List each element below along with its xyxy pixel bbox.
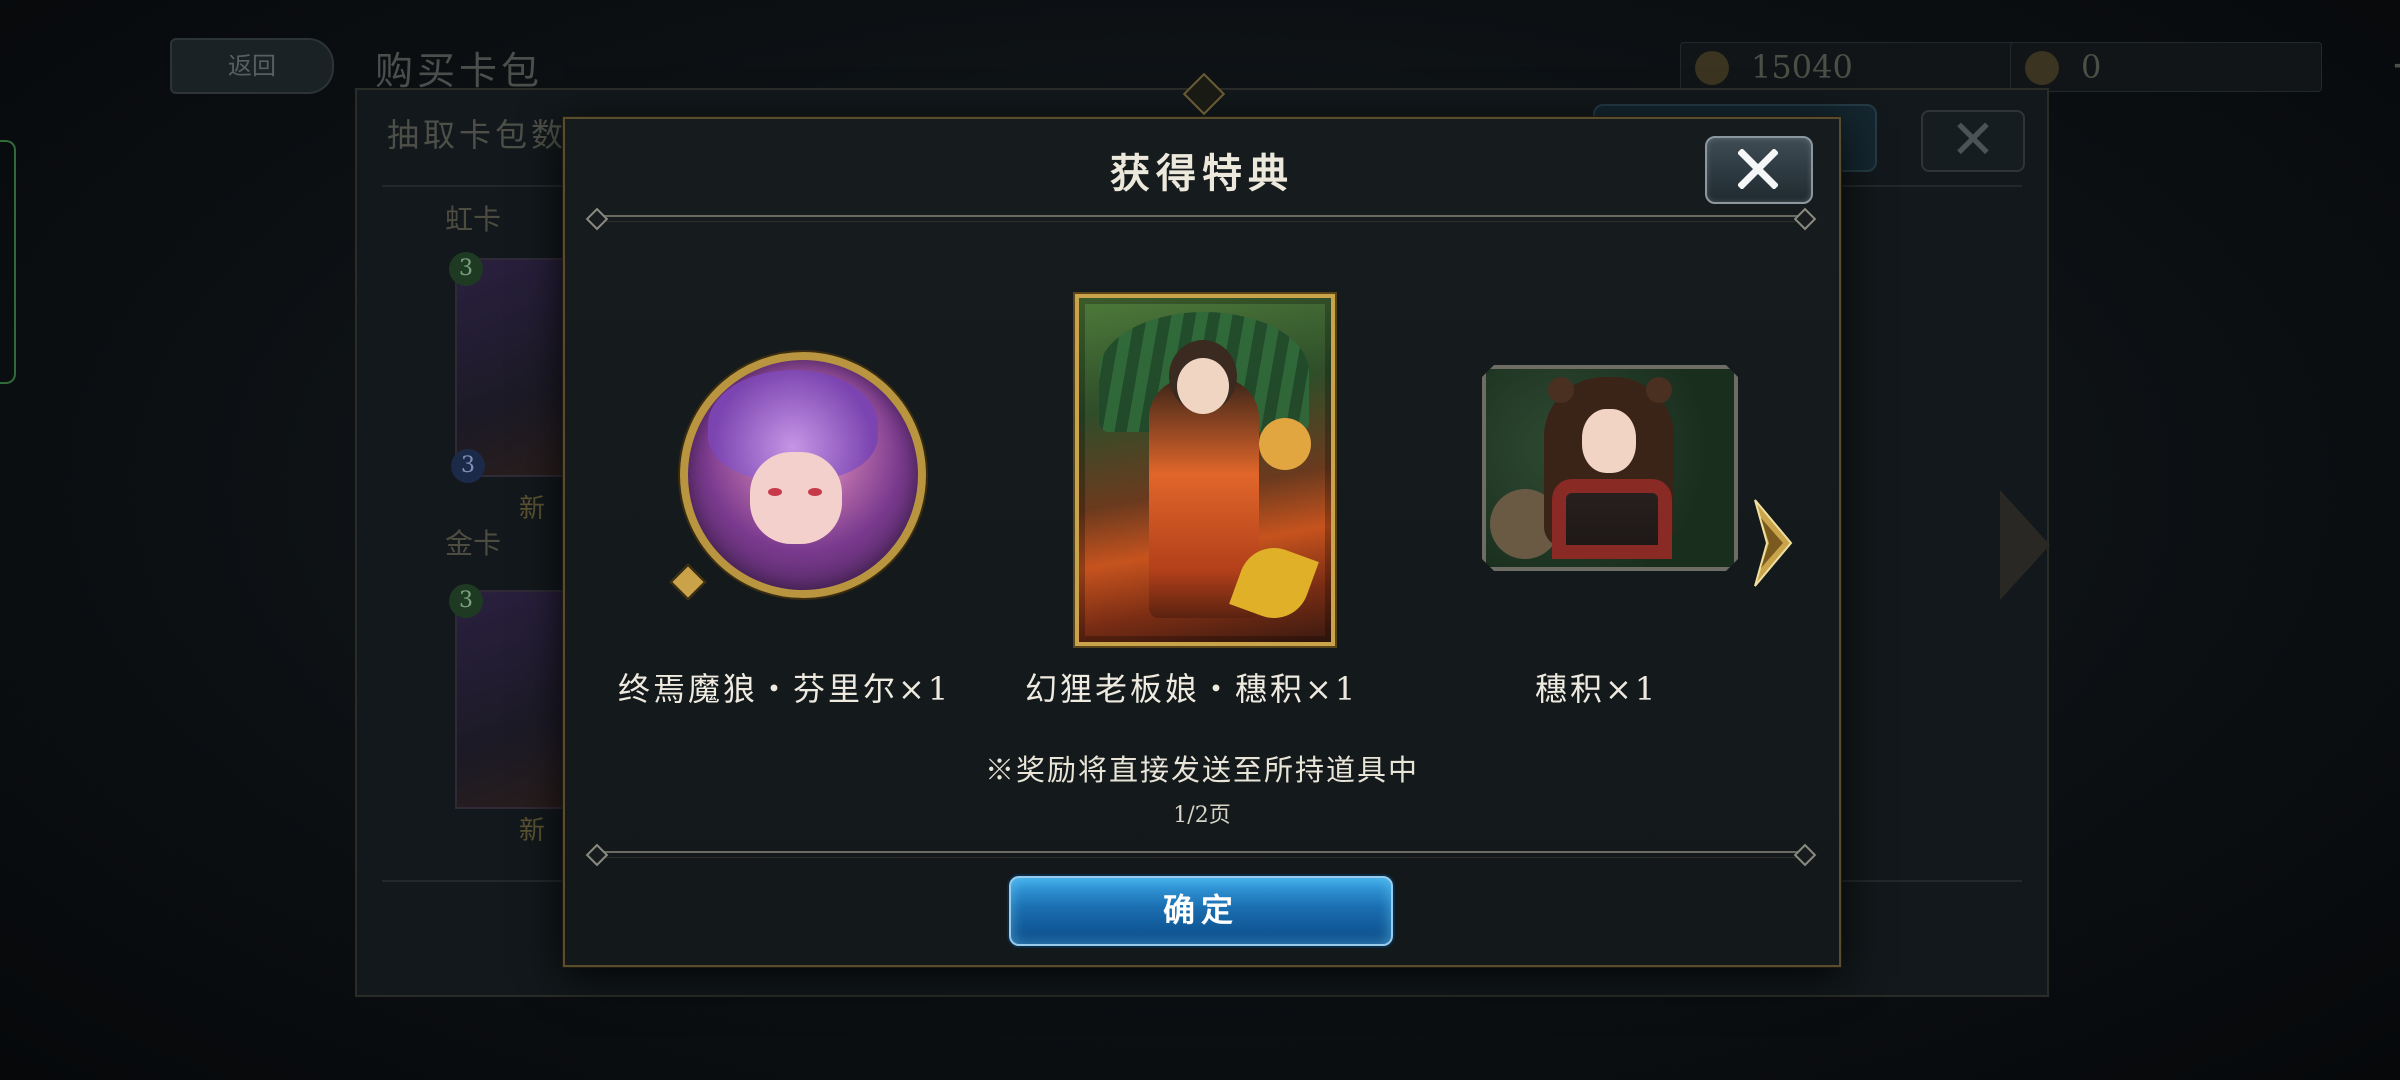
leader-avatar-image	[680, 352, 926, 598]
add-crystal-icon[interactable]: +	[2390, 40, 2400, 88]
panel-title: 抽取卡包数	[387, 116, 568, 154]
ornament-divider	[593, 215, 1809, 222]
close-icon	[1738, 149, 1778, 189]
currency-rupies: 15040	[1680, 42, 2022, 92]
crystal-icon	[2025, 51, 2059, 85]
next-page-arrow-icon[interactable]	[1753, 498, 1793, 588]
new-tag: 新	[519, 816, 546, 846]
bg-next-arrow-icon	[2000, 490, 2050, 600]
currency-value: 0	[2081, 48, 2102, 86]
reward-dialog: 获得特典 终焉魔狼・芬里尔×1 幻狸老板娘・穗积×1 穗积×1 ※奖励将直接发送…	[563, 72, 1841, 967]
coin-icon	[1695, 51, 1729, 85]
avatar-gem-icon	[669, 563, 707, 601]
bottom-nav	[360, 985, 2040, 1043]
emblem-image	[1482, 365, 1738, 571]
side-handle	[0, 140, 16, 384]
screen-title: 购买卡包	[375, 49, 544, 93]
confirm-button[interactable]: 确定	[1009, 876, 1393, 946]
ornament-divider	[593, 851, 1809, 858]
reward-label-avatar: 终焉魔狼・芬里尔×1	[618, 670, 952, 708]
reward-label-card: 幻狸老板娘・穗积×1	[1025, 670, 1359, 708]
currency-value: 15040	[1751, 48, 1853, 86]
currency-crystals: 0	[2010, 42, 2322, 92]
back-button[interactable]: 返回	[170, 38, 334, 94]
section-gold: 金卡	[445, 527, 502, 560]
section-rainbow: 虹卡	[445, 203, 502, 236]
card-art-image	[1075, 294, 1335, 646]
dialog-title: 获得特典	[1110, 150, 1294, 197]
reward-label-emblem: 穗积×1	[1535, 670, 1659, 708]
notice-text: ※奖励将直接发送至所持道具中	[984, 753, 1419, 787]
panel-close-icon[interactable]: ✕	[1921, 110, 2025, 172]
new-tag: 新	[519, 494, 546, 524]
close-button[interactable]	[1705, 136, 1813, 204]
page-indicator: 1/2页	[1173, 803, 1231, 828]
